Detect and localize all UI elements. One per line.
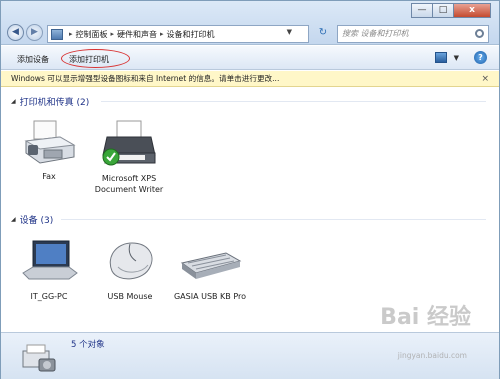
device-item-xps-writer[interactable]: Microsoft XPS Document Writer: [93, 119, 165, 195]
device-label: IT_GG-PC: [30, 292, 68, 301]
info-close-icon[interactable]: ×: [481, 71, 489, 87]
watermark-url: jingyan.baidu.com: [397, 351, 467, 360]
breadcrumb-separator-icon[interactable]: ▸: [111, 30, 115, 38]
device-label: Microsoft XPS Document Writer: [94, 174, 164, 194]
group-divider: [101, 101, 486, 102]
device-label: Fax: [42, 172, 56, 181]
forward-button[interactable]: ▶: [26, 24, 43, 41]
search-placeholder: 搜索 设备和打印机: [342, 29, 409, 38]
group-title-printers: 打印机和传真 (2): [19, 98, 90, 108]
address-dropdown-icon[interactable]: ▼: [287, 28, 292, 36]
maximize-button[interactable]: □: [432, 3, 454, 18]
laptop-icon: [19, 237, 79, 287]
highlight-ellipse: [61, 49, 130, 68]
view-options-icon[interactable]: [435, 52, 447, 63]
address-bar[interactable]: ▸ 控制面板 ▸ 硬件和声音 ▸ 设备和打印机 ▼: [47, 25, 309, 43]
breadcrumb-hardware-sound[interactable]: 硬件和声音: [117, 29, 157, 40]
search-icon[interactable]: [475, 29, 484, 38]
back-arrow-icon: ◀: [12, 27, 19, 37]
minimize-button[interactable]: —: [411, 3, 433, 18]
watermark-logo: Bai 经验: [380, 305, 471, 330]
collapse-triangle-icon[interactable]: ◢: [11, 216, 16, 223]
group-header-devices[interactable]: ◢ 设备 (3): [11, 213, 53, 226]
group-divider: [61, 219, 486, 220]
device-item-usb-mouse[interactable]: USB Mouse: [95, 237, 165, 302]
fax-icon: [20, 119, 78, 167]
navigation-buttons: ◀ ▶: [7, 24, 45, 41]
collapse-triangle-icon[interactable]: ◢: [11, 98, 16, 105]
control-panel-icon: [51, 28, 63, 40]
close-button[interactable]: x: [453, 3, 491, 18]
group-header-printers[interactable]: ◢ 打印机和传真 (2): [11, 95, 89, 108]
breadcrumb-control-panel[interactable]: 控制面板: [76, 29, 108, 40]
device-item-computer[interactable]: IT_GG-PC: [13, 237, 85, 302]
devices-and-printers-window: — □ x ◀ ▶ ▸ 控制面板 ▸ 硬件和声音 ▸ 设备和打印机 ▼ ↻ 搜索…: [0, 0, 500, 379]
command-bar: 添加设备 添加打印机 ▼ ?: [1, 46, 499, 70]
view-dropdown-icon[interactable]: ▼: [454, 54, 459, 62]
device-item-usb-keyboard[interactable]: GASIA USB KB Pro: [173, 237, 247, 302]
back-button[interactable]: ◀: [7, 24, 24, 41]
device-item-fax[interactable]: Fax: [15, 119, 83, 182]
breadcrumb-devices-printers[interactable]: 设备和打印机: [167, 29, 215, 40]
help-icon[interactable]: ?: [474, 51, 487, 64]
keyboard-icon: [178, 237, 242, 287]
group-title-devices: 设备 (3): [19, 216, 54, 226]
refresh-icon[interactable]: ↻: [314, 25, 332, 43]
device-label: USB Mouse: [107, 292, 153, 301]
mouse-icon: [100, 237, 160, 287]
device-label: GASIA USB KB Pro: [173, 292, 247, 301]
breadcrumb-separator-icon[interactable]: ▸: [160, 30, 164, 38]
status-devices-icon: [17, 339, 61, 375]
forward-arrow-icon: ▶: [31, 27, 38, 37]
printer-icon: [99, 119, 159, 169]
breadcrumb-separator-icon[interactable]: ▸: [69, 30, 73, 38]
title-bar: — □ x ◀ ▶ ▸ 控制面板 ▸ 硬件和声音 ▸ 设备和打印机 ▼ ↻ 搜索…: [1, 1, 499, 45]
add-device-button[interactable]: 添加设备: [17, 54, 49, 65]
search-input[interactable]: 搜索 设备和打印机: [337, 25, 489, 43]
info-bar[interactable]: Windows 可以显示增强型设备图标和来自 Internet 的信息。请单击进…: [1, 71, 499, 87]
info-bar-text: Windows 可以显示增强型设备图标和来自 Internet 的信息。请单击进…: [11, 74, 280, 83]
item-count: 5 个对象: [71, 340, 105, 350]
caption-buttons: — □ x: [411, 3, 491, 18]
